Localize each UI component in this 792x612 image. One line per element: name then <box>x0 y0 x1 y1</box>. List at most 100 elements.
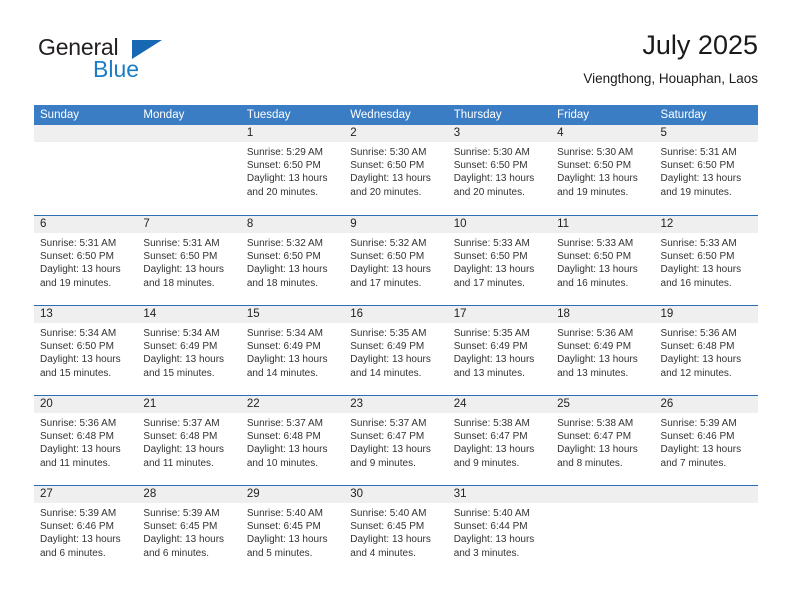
daylight-text-line2: and 18 minutes. <box>246 277 319 289</box>
sunset-text: Sunset: 6:50 PM <box>350 160 425 172</box>
daylight-text-line2: and 19 minutes. <box>557 186 629 198</box>
day-sun-info: Sunrise: 5:35 AM Sunset: 6:49 PM Daylight:… <box>448 323 551 380</box>
daylight-text-line1: Daylight: 13 hours <box>350 534 431 546</box>
calendar-day-cell[interactable]: 21 Sunrise: 5:37 AM Sunset: 6:48 PM Dayligh… <box>137 396 241 485</box>
daylight-text-line1: Daylight: 13 hours <box>143 264 225 276</box>
day-number: 5 <box>660 127 667 139</box>
sunset-text: Sunset: 6:50 PM <box>246 251 321 263</box>
sunrise-text: Sunrise: 5:32 AM <box>350 238 427 249</box>
calendar-day-cell[interactable]: 28 Sunrise: 5:39 AM Sunset: 6:45 PM Dayligh… <box>137 486 241 575</box>
calendar-day-cell[interactable]: 6 Sunrise: 5:31 AM Sunset: 6:50 PM Daylight… <box>34 216 138 305</box>
day-sun-info: Sunrise: 5:40 AM Sunset: 6:45 PM Daylight:… <box>241 503 344 560</box>
weekday-header-row: Sunday Monday Tuesday Wednesday Thursday Frid… <box>34 105 758 125</box>
day-number: 4 <box>557 127 564 139</box>
day-number: 15 <box>246 308 260 320</box>
weekday-header-tuesday: Tuesday <box>246 109 291 121</box>
sunrise-text: Sunrise: 5:38 AM <box>557 418 634 429</box>
calendar-day-cell[interactable]: 12 Sunrise: 5:33 AM Sunset: 6:50 PM Dayligh… <box>654 216 758 305</box>
weekday-header-sunday: Sunday <box>40 109 80 121</box>
calendar-day-cell[interactable]: 15 Sunrise: 5:34 AM Sunset: 6:49 PM Dayligh… <box>240 306 345 395</box>
calendar-day-cell[interactable]: 31 Sunrise: 5:40 AM Sunset: 6:44 PM Dayligh… <box>447 486 552 575</box>
day-number: 16 <box>350 308 364 320</box>
sunrise-text: Sunrise: 5:33 AM <box>557 238 634 249</box>
day-number-band: 14 <box>137 306 241 323</box>
calendar-day-cell[interactable]: 18 Sunrise: 5:36 AM Sunset: 6:49 PM Dayligh… <box>551 306 655 395</box>
day-sun-info: Sunrise: 5:30 AM Sunset: 6:50 PM Daylight:… <box>448 142 551 199</box>
daylight-text-line1: Daylight: 13 hours <box>246 264 328 276</box>
daylight-text-line1: Daylight: 13 hours <box>246 354 328 366</box>
sunset-text: Sunset: 6:48 PM <box>246 431 321 443</box>
calendar-day-cell[interactable]: 20 Sunrise: 5:36 AM Sunset: 6:48 PM Dayligh… <box>34 396 138 485</box>
calendar-day-cell-empty <box>654 486 758 575</box>
sunrise-text: Sunrise: 5:39 AM <box>40 508 117 519</box>
daylight-text-line2: and 10 minutes. <box>246 457 319 469</box>
day-sun-info: Sunrise: 5:30 AM Sunset: 6:50 PM Daylight:… <box>551 142 654 199</box>
day-number-band <box>34 125 138 142</box>
day-number-band <box>654 486 758 503</box>
daylight-text-line2: and 4 minutes. <box>350 547 416 559</box>
sunset-text: Sunset: 6:50 PM <box>660 251 735 263</box>
calendar-day-cell[interactable]: 17 Sunrise: 5:35 AM Sunset: 6:49 PM Dayligh… <box>447 306 552 395</box>
day-number: 8 <box>246 218 254 230</box>
logo-text-blue: Blue <box>93 56 140 82</box>
daylight-text-line1: Daylight: 13 hours <box>350 444 431 456</box>
calendar-day-cell[interactable]: 22 Sunrise: 5:37 AM Sunset: 6:48 PM Dayligh… <box>240 396 345 485</box>
daylight-text-line2: and 12 minutes. <box>660 367 732 379</box>
calendar-day-cell[interactable]: 4 Sunrise: 5:30 AM Sunset: 6:50 PM Daylight… <box>551 125 655 215</box>
calendar-day-cell[interactable]: 16 Sunrise: 5:35 AM Sunset: 6:49 PM Dayligh… <box>344 306 448 395</box>
daylight-text-line1: Daylight: 13 hours <box>246 534 328 546</box>
calendar-day-cell[interactable]: 13 Sunrise: 5:34 AM Sunset: 6:50 PM Dayligh… <box>34 306 138 395</box>
day-number: 13 <box>40 308 53 320</box>
daylight-text-line1: Daylight: 13 hours <box>40 444 121 456</box>
day-sun-info: Sunrise: 5:33 AM Sunset: 6:50 PM Daylight:… <box>551 233 654 290</box>
sunset-text: Sunset: 6:49 PM <box>350 341 425 353</box>
sunrise-text: Sunrise: 5:40 AM <box>453 508 530 519</box>
daylight-text-line1: Daylight: 13 hours <box>660 354 742 366</box>
daylight-text-line1: Daylight: 13 hours <box>246 444 328 456</box>
sunrise-text: Sunrise: 5:31 AM <box>143 238 220 249</box>
day-sun-info: Sunrise: 5:29 AM Sunset: 6:50 PM Daylight:… <box>241 142 344 199</box>
calendar-weeks: 1 Sunrise: 5:29 AM Sunset: 6:50 PM Daylight… <box>34 125 758 575</box>
calendar-day-cell[interactable]: 3 Sunrise: 5:30 AM Sunset: 6:50 PM Daylight… <box>447 125 552 215</box>
calendar-day-cell[interactable]: 11 Sunrise: 5:33 AM Sunset: 6:50 PM Dayligh… <box>551 216 655 305</box>
sunset-text: Sunset: 6:50 PM <box>660 160 735 172</box>
day-sun-info: Sunrise: 5:36 AM Sunset: 6:48 PM Daylight:… <box>34 413 137 470</box>
day-sun-info: Sunrise: 5:39 AM Sunset: 6:46 PM Daylight:… <box>655 413 758 470</box>
calendar-day-cell[interactable]: 1 Sunrise: 5:29 AM Sunset: 6:50 PM Daylight… <box>240 125 345 215</box>
calendar-day-cell[interactable]: 23 Sunrise: 5:37 AM Sunset: 6:47 PM Dayligh… <box>344 396 448 485</box>
calendar-day-cell[interactable]: 9 Sunrise: 5:32 AM Sunset: 6:50 PM Daylight… <box>344 216 448 305</box>
calendar-day-cell[interactable]: 26 Sunrise: 5:39 AM Sunset: 6:46 PM Dayligh… <box>654 396 758 485</box>
daylight-text-line1: Daylight: 13 hours <box>557 264 638 276</box>
daylight-text-line1: Daylight: 13 hours <box>350 354 431 366</box>
day-number-band: 25 <box>551 396 655 413</box>
daylight-text-line1: Daylight: 13 hours <box>143 534 225 546</box>
daylight-text-line1: Daylight: 13 hours <box>453 354 535 366</box>
calendar-day-cell[interactable]: 29 Sunrise: 5:40 AM Sunset: 6:45 PM Dayligh… <box>240 486 345 575</box>
daylight-text-line2: and 9 minutes. <box>453 457 520 469</box>
calendar-day-cell[interactable]: 10 Sunrise: 5:33 AM Sunset: 6:50 PM Dayligh… <box>447 216 552 305</box>
calendar-day-cell[interactable]: 5 Sunrise: 5:31 AM Sunset: 6:50 PM Daylight… <box>654 125 758 215</box>
sunset-text: Sunset: 6:50 PM <box>246 160 321 172</box>
day-number-band <box>137 125 241 142</box>
day-sun-info: Sunrise: 5:37 AM Sunset: 6:47 PM Daylight:… <box>344 413 447 470</box>
sunrise-text: Sunrise: 5:34 AM <box>40 328 117 339</box>
daylight-text-line2: and 16 minutes. <box>557 277 629 289</box>
calendar-week-row: 20 Sunrise: 5:36 AM Sunset: 6:48 PM Dayligh… <box>34 395 758 485</box>
calendar-day-cell[interactable]: 30 Sunrise: 5:40 AM Sunset: 6:45 PM Dayligh… <box>344 486 448 575</box>
calendar-day-cell[interactable]: 27 Sunrise: 5:39 AM Sunset: 6:46 PM Dayligh… <box>34 486 138 575</box>
calendar-day-cell[interactable]: 25 Sunrise: 5:38 AM Sunset: 6:47 PM Dayligh… <box>551 396 655 485</box>
daylight-text-line2: and 20 minutes. <box>350 186 422 198</box>
calendar-day-cell[interactable]: 24 Sunrise: 5:38 AM Sunset: 6:47 PM Dayligh… <box>447 396 552 485</box>
calendar-day-cell[interactable]: 8 Sunrise: 5:32 AM Sunset: 6:50 PM Daylight… <box>240 216 345 305</box>
calendar-day-cell[interactable]: 2 Sunrise: 5:30 AM Sunset: 6:50 PM Daylight… <box>344 125 448 215</box>
sunrise-text: Sunrise: 5:33 AM <box>660 238 737 249</box>
day-number-band: 1 <box>240 125 345 142</box>
calendar-day-cell[interactable]: 14 Sunrise: 5:34 AM Sunset: 6:49 PM Dayligh… <box>137 306 241 395</box>
daylight-text-line1: Daylight: 13 hours <box>246 173 328 185</box>
daylight-text-line1: Daylight: 13 hours <box>660 264 742 276</box>
calendar-day-cell[interactable]: 19 Sunrise: 5:36 AM Sunset: 6:48 PM Dayligh… <box>654 306 758 395</box>
daylight-text-line2: and 19 minutes. <box>40 277 112 289</box>
calendar-day-cell[interactable]: 7 Sunrise: 5:31 AM Sunset: 6:50 PM Daylight… <box>137 216 241 305</box>
sunset-text: Sunset: 6:50 PM <box>557 160 632 172</box>
daylight-text-line1: Daylight: 13 hours <box>350 264 431 276</box>
